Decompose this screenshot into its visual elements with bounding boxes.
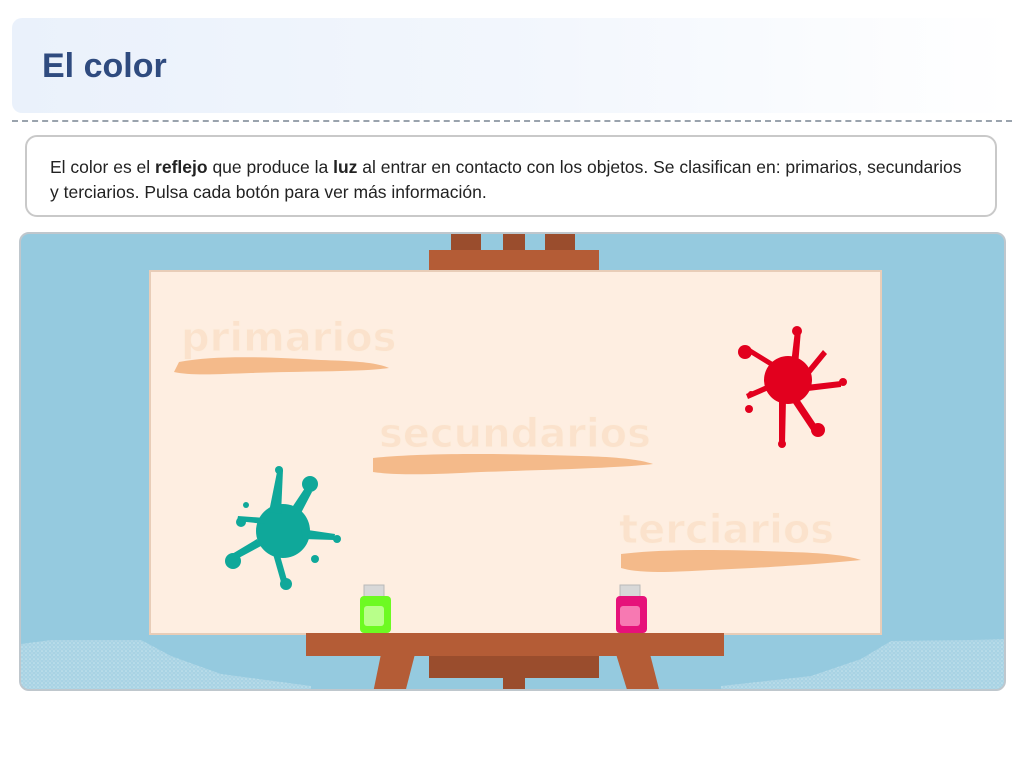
primarios-button[interactable]: primarios — [174, 315, 397, 375]
intro-text-1: El color es el — [50, 157, 156, 177]
primarios-label: primarios — [181, 315, 396, 361]
secundarios-button[interactable]: secundarios — [373, 411, 653, 475]
hill-left — [21, 640, 311, 689]
intro-bold-reflejo: reflejo — [155, 157, 208, 177]
divider — [12, 120, 1012, 122]
page-title: El color — [42, 47, 167, 85]
easel-scene: primarios secundarios terciarios — [19, 232, 1006, 691]
hill-right — [721, 639, 1004, 689]
scene-illustration: primarios secundarios terciarios — [21, 234, 1004, 689]
terciarios-button[interactable]: terciarios — [619, 507, 861, 572]
intro-text-2: que produce la — [207, 157, 334, 177]
intro-text-box: El color es el reflejo que produce la lu… — [25, 135, 997, 217]
easel-bottom — [306, 633, 724, 689]
header-banner: El color — [12, 18, 1012, 113]
intro-bold-luz: luz — [333, 157, 358, 177]
easel-top — [429, 234, 599, 273]
secundarios-label: secundarios — [379, 411, 651, 457]
terciarios-label: terciarios — [619, 507, 834, 553]
